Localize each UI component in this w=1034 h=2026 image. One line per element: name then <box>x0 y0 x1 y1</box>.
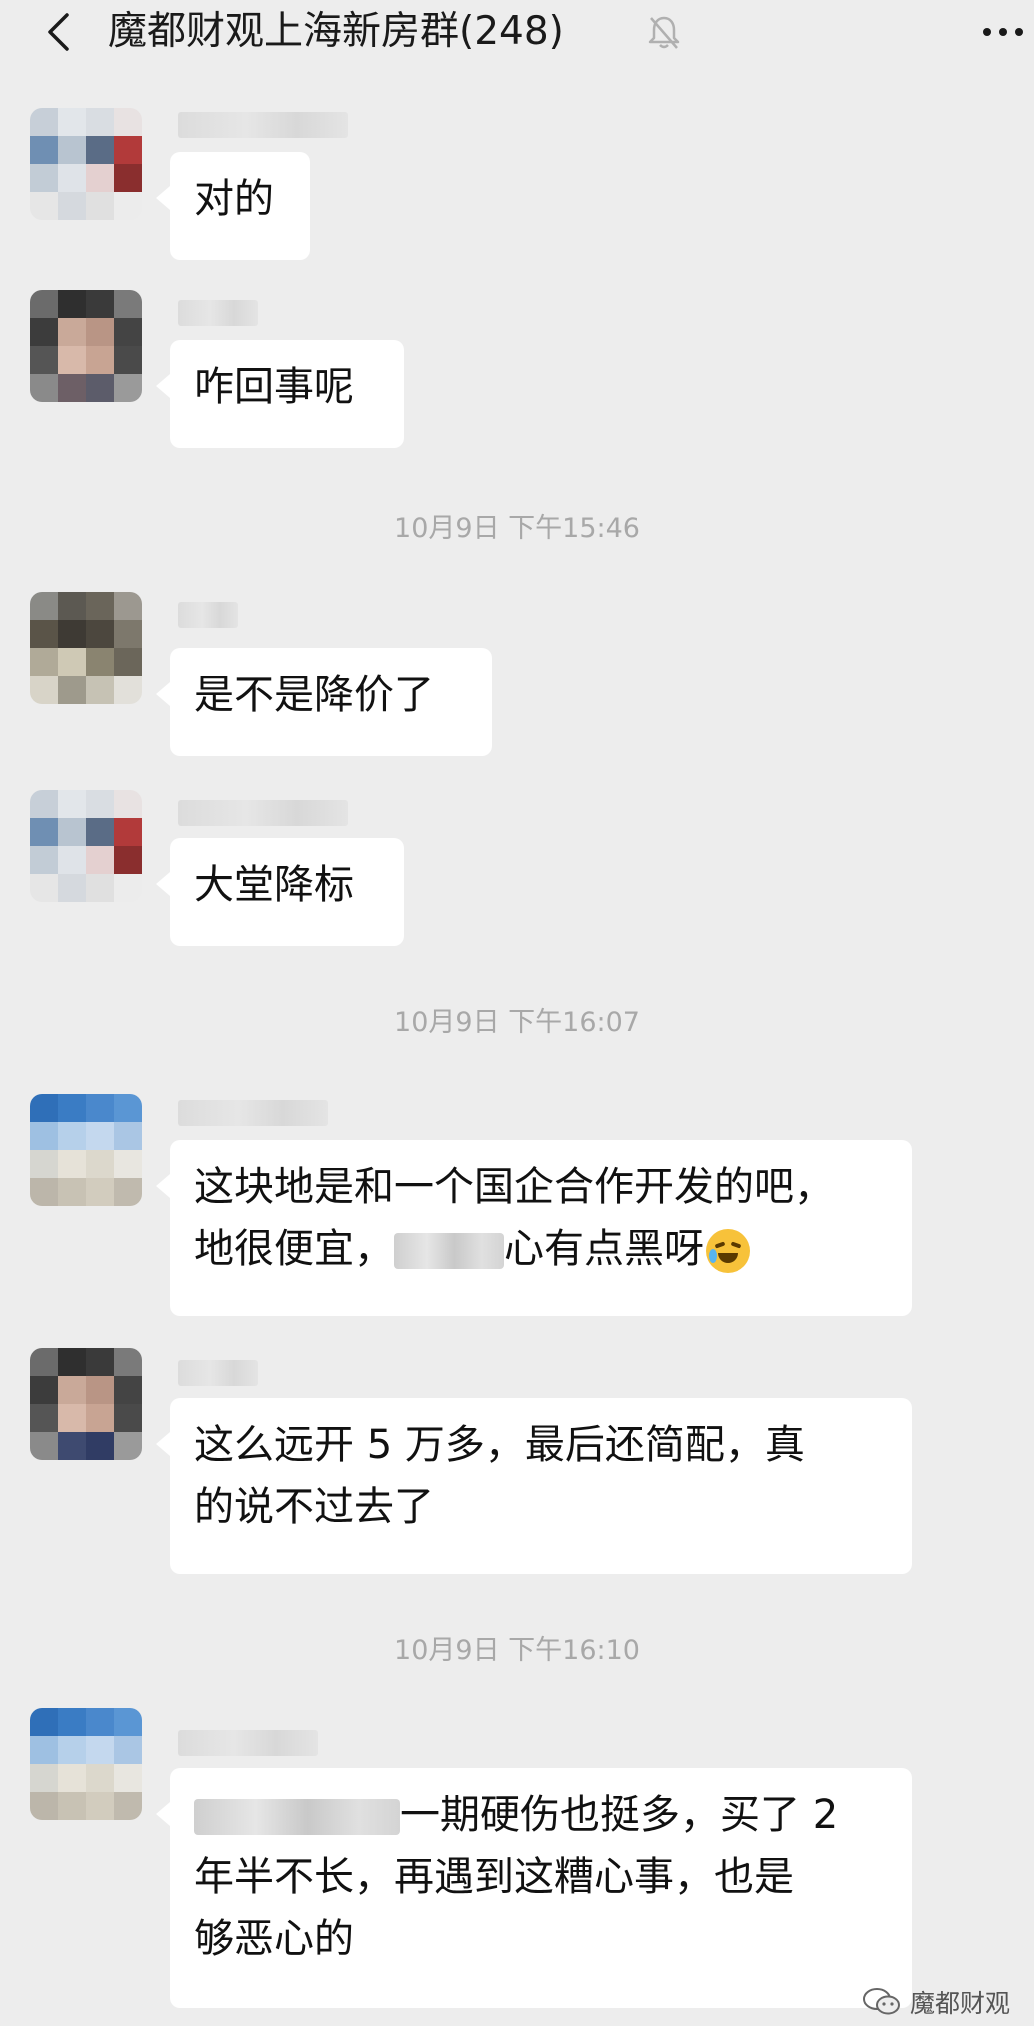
timestamp: 10月9日 下午15:46 <box>394 513 640 544</box>
chat-title: 魔都财观上海新房群(248) <box>108 9 564 54</box>
avatar[interactable] <box>30 290 142 402</box>
back-button[interactable] <box>38 10 78 54</box>
sender-name-redacted <box>178 602 238 628</box>
message-line: 这么远开 5 万多，最后还简配，真 <box>194 1422 805 1468</box>
sender-name-redacted <box>178 112 348 138</box>
message-bubble[interactable]: 大堂降标 <box>156 838 404 946</box>
message-bubble[interactable]: 是不是降价了 <box>156 648 492 756</box>
face-with-tears-icon <box>706 1229 750 1273</box>
message-text: 咋回事呢 <box>194 364 354 410</box>
message-bubble[interactable]: 这么远开 5 万多，最后还简配，真 的说不过去了 <box>156 1398 912 1574</box>
watermark: 魔都财观 <box>862 1984 1010 2020</box>
sender-name-redacted <box>178 800 348 826</box>
redacted-text <box>394 1233 504 1269</box>
message-line: 一期硬伤也挺多，买了 2 <box>194 1784 888 1846</box>
message-line: 地很便宜， 心有点黑呀 <box>194 1218 888 1280</box>
message-bubble[interactable]: 这块地是和一个国企合作开发的吧， 地很便宜， 心有点黑呀 <box>156 1140 912 1316</box>
message-line: 够恶心的 <box>194 1916 354 1962</box>
avatar[interactable] <box>30 592 142 704</box>
message-text: 是不是降价了 <box>194 672 434 718</box>
message-bubble[interactable]: 对的 <box>156 152 310 260</box>
message-line: 的说不过去了 <box>194 1484 434 1530</box>
message-line: 这块地是和一个国企合作开发的吧， <box>194 1164 834 1210</box>
redacted-text <box>194 1799 400 1835</box>
message-bubble[interactable]: 一期硬伤也挺多，买了 2 年半不长，再遇到这糟心事，也是 够恶心的 <box>156 1768 912 2008</box>
sender-name-redacted <box>178 1730 318 1756</box>
message-line: 年半不长，再遇到这糟心事，也是 <box>194 1854 794 1900</box>
message-text: 大堂降标 <box>194 862 354 908</box>
chevron-left-icon <box>48 13 69 51</box>
sender-name-redacted <box>178 1100 328 1126</box>
bell-off-icon <box>644 12 684 52</box>
avatar[interactable] <box>30 1348 142 1460</box>
avatar[interactable] <box>30 108 142 220</box>
sender-name-redacted <box>178 300 258 326</box>
avatar[interactable] <box>30 1708 142 1820</box>
wechat-official-account-icon <box>863 1988 900 2015</box>
watermark-text: 魔都财观 <box>910 1989 1011 2018</box>
message-text: 对的 <box>194 176 274 222</box>
more-dots-icon <box>983 28 991 36</box>
timestamp: 10月9日 下午16:07 <box>394 1007 640 1038</box>
timestamp: 10月9日 下午16:10 <box>394 1635 640 1666</box>
avatar[interactable] <box>30 1094 142 1206</box>
top-bar: 魔都财观上海新房群(248) <box>0 0 1034 70</box>
avatar[interactable] <box>30 790 142 902</box>
more-button[interactable] <box>976 12 1030 52</box>
message-bubble[interactable]: 咋回事呢 <box>156 340 404 448</box>
sender-name-redacted <box>178 1360 258 1386</box>
